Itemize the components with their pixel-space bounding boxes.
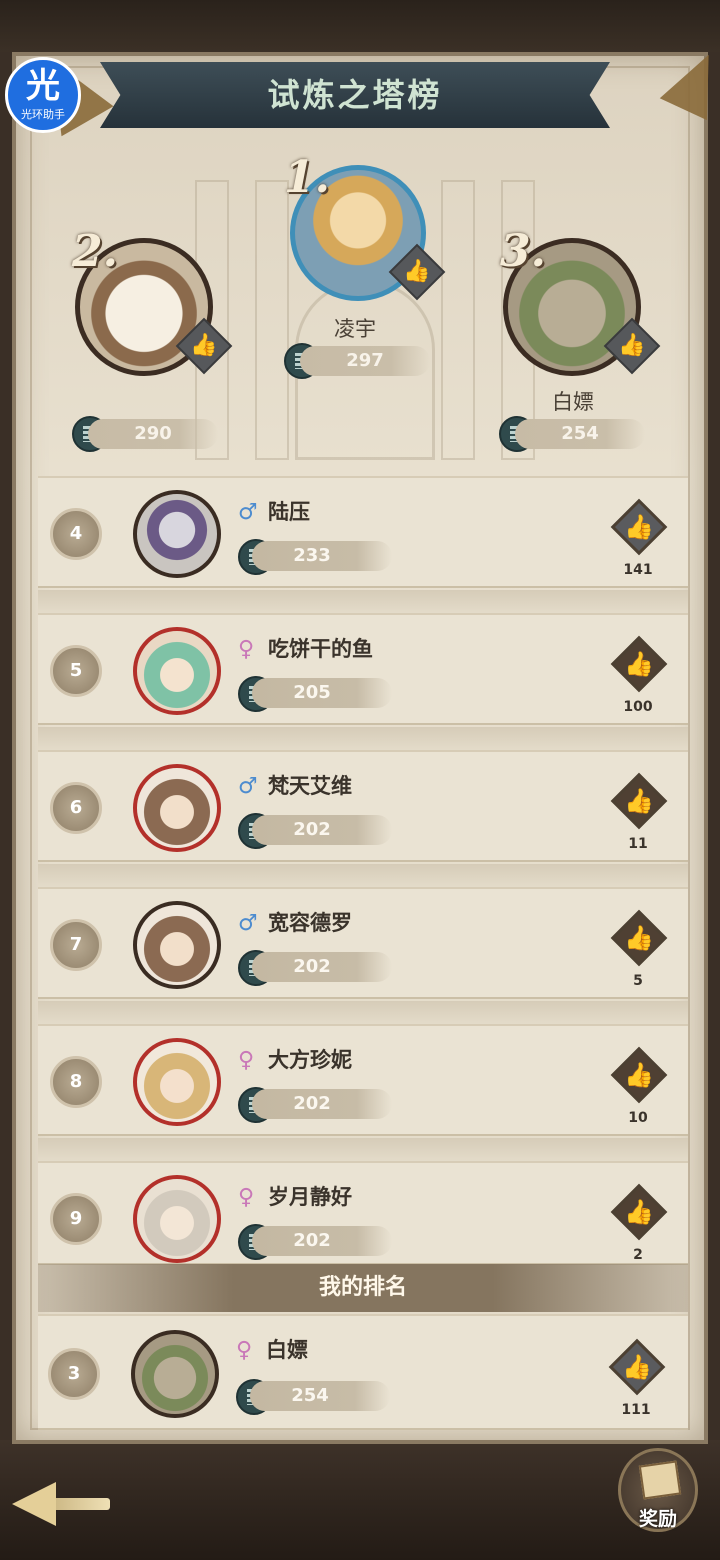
female-gender-icon: ♀ (236, 1338, 253, 1363)
tower-score: 297 (300, 346, 430, 376)
tower-score: 202 (252, 1226, 392, 1256)
score-value: 290 (134, 423, 172, 444)
back-button[interactable] (8, 1480, 112, 1530)
logo-sub-text: 光环助手 (21, 108, 65, 121)
white-hair-elf-avatar[interactable] (133, 1175, 221, 1263)
rank-number: 1. (284, 152, 330, 203)
score-value: 254 (291, 1385, 329, 1406)
female-gender-icon: ♀ (238, 1185, 255, 1210)
tower-score: 202 (252, 815, 392, 845)
ranking-row[interactable]: 4 ♂ 陆压 233 👍 141 (38, 476, 688, 588)
player-name: 梵天艾维 (268, 774, 352, 798)
ranking-row[interactable]: 8 ♀ 大方珍妮 202 👍 10 (38, 1024, 688, 1136)
rank-badge: 5 (50, 645, 102, 697)
like-count: 2 (633, 1247, 643, 1263)
tower-score: 254 (250, 1381, 390, 1411)
male-gender-icon: ♂ (238, 774, 258, 799)
temple-column (441, 180, 475, 460)
score-value: 254 (561, 423, 599, 444)
player-name: 白嫖 (266, 1338, 308, 1362)
player-name: 白嫖 (552, 390, 594, 414)
like-count: 5 (633, 973, 643, 989)
blonde-girl-avatar[interactable] (133, 1038, 221, 1126)
player-name: 陆压 (268, 500, 310, 524)
green-hair-girl-avatar[interactable] (133, 627, 221, 715)
thumb-up-icon[interactable]: 👍 (613, 643, 665, 685)
player-name: 吃饼干的鱼 (268, 637, 373, 661)
tower-score: 202 (252, 952, 392, 982)
row-divider (38, 727, 688, 751)
thumb-up-icon[interactable]: 👍 (397, 252, 437, 292)
scroll-icon (638, 1460, 682, 1500)
logo-main-text: 光 (26, 66, 60, 106)
my-rank-header: 我的排名 (38, 1264, 688, 1312)
thumb-up-icon[interactable]: 👍 (184, 326, 224, 366)
like-count: 111 (621, 1402, 651, 1418)
row-divider (38, 864, 688, 888)
rank-number: 2. (72, 226, 118, 277)
tower-score: 290 (88, 419, 218, 449)
thumb-up-icon[interactable]: 👍 (613, 1191, 665, 1233)
player-name: 岁月静好 (268, 1185, 352, 1209)
row-divider (38, 1001, 688, 1025)
like-count: 10 (628, 1110, 648, 1126)
tower-score: 205 (252, 678, 392, 708)
male-gender-icon: ♂ (238, 911, 258, 936)
score-value: 202 (293, 1093, 331, 1114)
tree-golem-avatar[interactable] (131, 1330, 219, 1418)
my-ranking-row[interactable]: 3 ♀ 白嫖 254 👍 111 (38, 1314, 688, 1430)
rank-badge: 8 (50, 1056, 102, 1108)
male-gender-icon: ♂ (238, 500, 258, 525)
score-value: 202 (293, 819, 331, 840)
top-band (0, 0, 720, 52)
score-value: 202 (293, 1230, 331, 1251)
player-name: 宽容德罗 (268, 911, 352, 935)
tower-score: 202 (252, 1089, 392, 1119)
ranking-row[interactable]: 9 ♀ 岁月静好 202 👍 2 (38, 1161, 688, 1265)
back-arrow-shaft (48, 1498, 110, 1510)
tower-score: 233 (252, 541, 392, 571)
reward-label[interactable]: 奖励 (618, 1504, 698, 1531)
thumb-up-icon[interactable]: 👍 (611, 1346, 663, 1388)
like-count: 141 (623, 562, 653, 578)
page-title: 试炼之塔榜 (267, 76, 443, 114)
score-value: 233 (293, 545, 331, 566)
rank-badge: 9 (50, 1193, 102, 1245)
thumb-up-icon[interactable]: 👍 (612, 326, 652, 366)
female-gender-icon: ♀ (238, 637, 255, 662)
rank-badge: 3 (48, 1348, 100, 1400)
rank-badge: 6 (50, 782, 102, 834)
ranking-row[interactable]: 7 ♂ 宽容德罗 202 👍 5 (38, 887, 688, 999)
player-name: 凌宇 (334, 317, 376, 341)
thumb-up-icon[interactable]: 👍 (613, 506, 665, 548)
player-name: 大方珍妮 (268, 1048, 352, 1072)
brown-hair-boy-avatar[interactable] (133, 764, 221, 852)
score-value: 297 (346, 350, 384, 371)
rank-number: 3. (500, 226, 546, 277)
ranking-row[interactable]: 5 ♀ 吃饼干的鱼 205 👍 100 (38, 613, 688, 725)
tower-score: 254 (515, 419, 645, 449)
thumb-up-icon[interactable]: 👍 (613, 780, 665, 822)
back-arrow-icon (12, 1482, 56, 1526)
rank-badge: 4 (50, 508, 102, 560)
brown-hair-boy-avatar[interactable] (133, 901, 221, 989)
score-value: 202 (293, 956, 331, 977)
ranking-row[interactable]: 6 ♂ 梵天艾维 202 👍 11 (38, 750, 688, 862)
like-count: 100 (623, 699, 653, 715)
row-divider (38, 590, 688, 614)
thumb-up-icon[interactable]: 👍 (613, 1054, 665, 1096)
temple-column (255, 180, 289, 460)
like-count: 11 (628, 836, 648, 852)
row-divider (38, 1138, 688, 1162)
female-gender-icon: ♀ (238, 1048, 255, 1073)
score-value: 205 (293, 682, 331, 703)
app-logo[interactable]: 光 光环助手 (5, 57, 81, 133)
thumb-up-icon[interactable]: 👍 (613, 917, 665, 959)
dark-knight-avatar[interactable] (133, 490, 221, 578)
rank-badge: 7 (50, 919, 102, 971)
